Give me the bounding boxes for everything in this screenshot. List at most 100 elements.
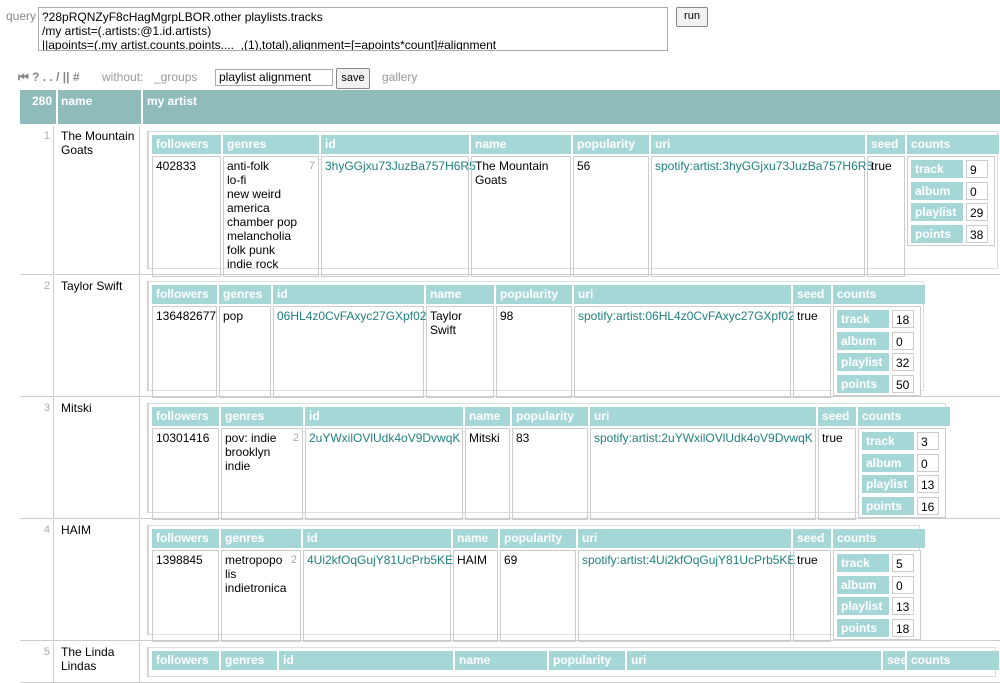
- count-key-points: points: [837, 374, 889, 393]
- col-header-name[interactable]: name: [465, 407, 510, 426]
- count-key-track: track: [837, 310, 889, 328]
- col-header-uri[interactable]: uri: [627, 651, 881, 670]
- col-header-id[interactable]: id: [279, 651, 453, 670]
- count-value-playlist: 13: [892, 597, 914, 615]
- cell-seed: true: [818, 428, 856, 520]
- row-name-cell: Taylor Swift: [56, 276, 140, 396]
- col-header-id[interactable]: id: [303, 529, 451, 548]
- col-header-seed[interactable]: seed: [867, 135, 905, 154]
- table-row: 4 HAIM followers genres id name popularity uri s…: [20, 520, 1000, 642]
- genre-count-badge: 7: [308, 160, 315, 172]
- table-row: 2 Taylor Swift followers genres id name popula…: [20, 276, 1000, 398]
- col-header-uri[interactable]: uri: [574, 285, 791, 304]
- cell-followers: 402833: [152, 156, 221, 277]
- cell-name: The Mountain Goats: [471, 156, 571, 277]
- count-key-playlist: playlist: [837, 597, 889, 615]
- cell-id[interactable]: 06HL4z0CvFAxyc27GXpf02: [273, 306, 426, 398]
- gallery-link[interactable]: gallery: [382, 70, 417, 84]
- count-value-points: 50: [892, 374, 914, 393]
- col-header-seed[interactable]: seed: [883, 651, 914, 670]
- my-artist-column-header[interactable]: my artist: [143, 90, 1000, 124]
- count-value-album: 0: [966, 181, 988, 200]
- count-key-playlist: playlist: [837, 353, 889, 371]
- col-header-name[interactable]: name: [453, 529, 498, 548]
- cell-uri[interactable]: spotify:artist:4Ui2kfOqGujY81UcPrb5KE: [578, 550, 795, 642]
- cell-uri[interactable]: spotify:artist:06HL4z0CvFAxyc27GXpf02: [574, 306, 795, 398]
- col-header-followers[interactable]: followers: [152, 285, 217, 304]
- col-header-id[interactable]: id: [273, 285, 424, 304]
- col-header-seed[interactable]: seed: [818, 407, 856, 426]
- genre-item: pov: indie: [225, 431, 277, 445]
- row-index: 3: [20, 398, 54, 518]
- cell-followers: 136482677: [152, 306, 217, 398]
- count-value-track: 9: [966, 160, 988, 178]
- query-textarea[interactable]: ?28pRQNZyF8cHagMgrpLBOR.other playlists.…: [38, 7, 668, 51]
- col-header-seed[interactable]: seed: [793, 285, 831, 304]
- save-button[interactable]: save: [336, 68, 370, 89]
- col-header-genres[interactable]: genres: [219, 285, 271, 304]
- cell-genres: pov: indie brooklyn indie 2: [221, 428, 303, 520]
- run-button[interactable]: run: [676, 7, 708, 27]
- col-header-genres[interactable]: genres: [223, 135, 319, 154]
- col-header-uri[interactable]: uri: [590, 407, 816, 426]
- cell-genres: pop: [219, 306, 271, 398]
- row-index: 5: [20, 642, 54, 682]
- col-header-counts[interactable]: counts: [833, 529, 925, 548]
- count-value-album: 0: [892, 331, 914, 350]
- my-artist-cell: followers genres id name popularity uri seed co…: [147, 131, 999, 277]
- col-header-popularity[interactable]: popularity: [512, 407, 588, 426]
- count-key-album: album: [837, 575, 889, 594]
- col-header-counts[interactable]: counts: [833, 285, 925, 304]
- count-key-track: track: [837, 554, 889, 572]
- genre-item: brooklyn indie: [225, 445, 271, 473]
- cell-id[interactable]: 2uYWxilOVlUdk4oV9DvwqK: [305, 428, 463, 520]
- without-groups-link[interactable]: _groups: [154, 70, 197, 84]
- nav-controls[interactable]: ⏮ ? . . / || #: [18, 70, 80, 85]
- count-key-playlist: playlist: [911, 203, 963, 221]
- cell-popularity: 98: [496, 306, 572, 398]
- col-header-popularity[interactable]: popularity: [496, 285, 572, 304]
- cell-followers: 1398845: [152, 550, 219, 642]
- col-header-followers[interactable]: followers: [152, 651, 219, 670]
- col-header-uri[interactable]: uri: [578, 529, 791, 548]
- genre-item: lo-fi: [227, 173, 247, 187]
- cell-id[interactable]: 3hyGGjxu73JuzBa757H6R5: [321, 156, 476, 277]
- col-header-genres[interactable]: genres: [221, 651, 277, 670]
- count-key-track: track: [911, 160, 963, 178]
- name-column-header[interactable]: name: [58, 90, 141, 124]
- genre-item: metropopo lis: [225, 553, 283, 581]
- cell-id[interactable]: 4Ui2kfOqGujY81UcPrb5KE: [303, 550, 453, 642]
- col-header-id[interactable]: id: [305, 407, 463, 426]
- cell-uri[interactable]: spotify:artist:2uYWxilOVlUdk4oV9DvwqK: [590, 428, 816, 520]
- row-name-cell: The Mountain Goats: [56, 126, 140, 274]
- col-header-followers[interactable]: followers: [152, 529, 219, 548]
- col-header-popularity[interactable]: popularity: [500, 529, 576, 548]
- table-row: 3 Mitski followers genres id name popularity ur…: [20, 398, 1000, 520]
- col-header-followers[interactable]: followers: [152, 407, 219, 426]
- col-header-popularity[interactable]: popularity: [573, 135, 649, 154]
- col-header-popularity[interactable]: popularity: [549, 651, 625, 670]
- count-value-album: 0: [892, 575, 914, 594]
- view-name-input[interactable]: playlist alignment: [215, 69, 333, 86]
- col-header-counts[interactable]: counts: [907, 135, 999, 154]
- col-header-counts[interactable]: counts: [907, 651, 999, 670]
- col-header-name[interactable]: name: [426, 285, 494, 304]
- col-header-name[interactable]: name: [471, 135, 571, 154]
- col-header-genres[interactable]: genres: [221, 529, 301, 548]
- col-header-uri[interactable]: uri: [651, 135, 865, 154]
- col-header-followers[interactable]: followers: [152, 135, 221, 154]
- cell-uri[interactable]: spotify:artist:3hyGGjxu73JuzBa757H6R5: [651, 156, 873, 277]
- cell-name: Mitski: [465, 428, 510, 520]
- col-header-genres[interactable]: genres: [221, 407, 303, 426]
- col-header-seed[interactable]: seed: [793, 529, 831, 548]
- count-value-playlist: 32: [892, 353, 914, 371]
- without-label: without:: [102, 70, 144, 84]
- count-value-playlist: 13: [917, 475, 939, 493]
- col-header-name[interactable]: name: [455, 651, 547, 670]
- genre-count-badge: 2: [292, 432, 299, 444]
- count-key-playlist: playlist: [862, 475, 914, 493]
- table-row: 1 The Mountain Goats followers genres id name…: [20, 126, 1000, 277]
- cell-name: HAIM: [453, 550, 498, 642]
- col-header-id[interactable]: id: [321, 135, 469, 154]
- col-header-counts[interactable]: counts: [858, 407, 950, 426]
